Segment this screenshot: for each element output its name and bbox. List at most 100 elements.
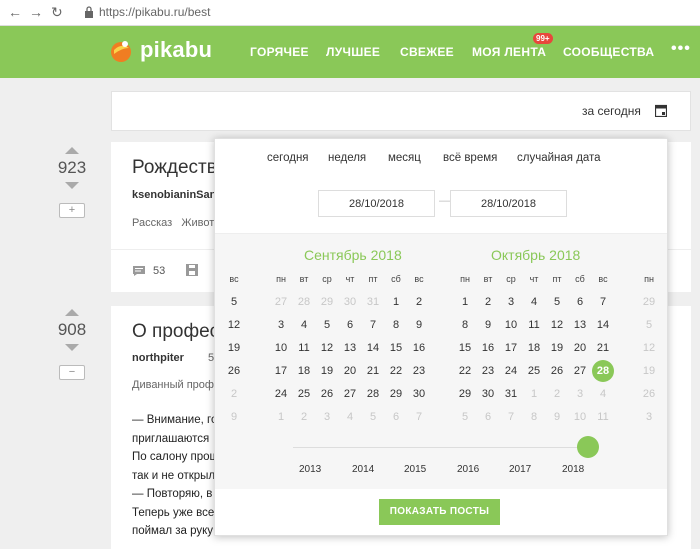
calendar-day[interactable]: 1: [523, 388, 545, 400]
year-label[interactable]: 2015: [404, 464, 426, 475]
calendar-day[interactable]: 30: [477, 388, 499, 400]
calendar-day[interactable]: 18: [293, 365, 315, 377]
reload-icon[interactable]: ↻: [51, 4, 63, 21]
calendar-day[interactable]: 11: [293, 342, 315, 354]
year-slider-track[interactable]: [293, 447, 599, 448]
calendar-day[interactable]: 28: [362, 388, 384, 400]
nav-best[interactable]: ЛУЧШЕЕ: [326, 45, 380, 59]
calendar-day[interactable]: 5: [638, 319, 660, 331]
calendar-day[interactable]: 4: [592, 388, 614, 400]
date-from-field[interactable]: 28/10/2018: [318, 190, 435, 217]
calendar-day[interactable]: 19: [223, 342, 245, 354]
quick-random-date[interactable]: случайная дата: [517, 152, 601, 164]
calendar-day[interactable]: 7: [408, 411, 430, 423]
calendar-day[interactable]: 12: [316, 342, 338, 354]
nav-fresh[interactable]: СВЕЖЕЕ: [400, 45, 454, 59]
calendar-day[interactable]: 3: [569, 388, 591, 400]
calendar-day[interactable]: 3: [500, 296, 522, 308]
calendar-day[interactable]: 5: [223, 296, 245, 308]
post-author[interactable]: ksenobianinSanta: [132, 189, 226, 201]
calendar-day[interactable]: 6: [385, 411, 407, 423]
calendar-day[interactable]: 11: [523, 319, 545, 331]
downvote-icon[interactable]: [65, 344, 79, 351]
show-posts-button[interactable]: ПОКАЗАТЬ ПОСТЫ: [379, 499, 500, 525]
calendar-day[interactable]: 9: [408, 319, 430, 331]
calendar-day[interactable]: 6: [339, 319, 361, 331]
calendar-day[interactable]: 2: [546, 388, 568, 400]
upvote-icon[interactable]: [65, 309, 79, 316]
calendar-day[interactable]: 5: [546, 296, 568, 308]
calendar-day[interactable]: 29: [454, 388, 476, 400]
calendar-day[interactable]: 26: [316, 388, 338, 400]
year-label[interactable]: 2017: [509, 464, 531, 475]
calendar-day[interactable]: 12: [638, 342, 660, 354]
calendar-day[interactable]: 31: [362, 296, 384, 308]
back-icon[interactable]: ←: [8, 4, 22, 20]
calendar-day[interactable]: 19: [316, 365, 338, 377]
calendar-day[interactable]: 31: [500, 388, 522, 400]
calendar-day[interactable]: 28: [293, 296, 315, 308]
calendar-day[interactable]: 1: [385, 296, 407, 308]
post-title[interactable]: Рождестве: [132, 157, 227, 179]
date-to-field[interactable]: 28/10/2018: [450, 190, 567, 217]
year-label[interactable]: 2016: [457, 464, 479, 475]
calendar-day[interactable]: 25: [293, 388, 315, 400]
collapse-toggle-button[interactable]: −: [59, 365, 85, 380]
calendar-day[interactable]: 13: [569, 319, 591, 331]
quick-all-time[interactable]: всё время: [443, 152, 497, 164]
calendar-day[interactable]: 12: [223, 319, 245, 331]
pikabu-logo-icon[interactable]: [110, 40, 132, 62]
year-slider-handle[interactable]: [577, 436, 599, 458]
calendar-day[interactable]: 7: [362, 319, 384, 331]
calendar-day[interactable]: 3: [638, 411, 660, 423]
calendar-day[interactable]: 7: [592, 296, 614, 308]
calendar-day[interactable]: 26: [546, 365, 568, 377]
calendar-day[interactable]: 23: [408, 365, 430, 377]
expand-toggle-button[interactable]: +: [59, 203, 85, 218]
calendar-day[interactable]: 24: [500, 365, 522, 377]
logo-text[interactable]: pikabu: [140, 37, 212, 63]
period-filter-label[interactable]: за сегодня: [582, 104, 641, 118]
calendar-day[interactable]: 8: [385, 319, 407, 331]
nav-communities[interactable]: СООБЩЕСТВА: [563, 45, 654, 59]
calendar-day[interactable]: 26: [223, 365, 245, 377]
calendar-day[interactable]: 19: [546, 342, 568, 354]
calendar-day[interactable]: 30: [339, 296, 361, 308]
calendar-day[interactable]: 19: [638, 365, 660, 377]
calendar-day[interactable]: 27: [339, 388, 361, 400]
calendar-day[interactable]: 9: [546, 411, 568, 423]
quick-month[interactable]: месяц: [388, 152, 421, 164]
upvote-icon[interactable]: [65, 147, 79, 154]
year-label[interactable]: 2014: [352, 464, 374, 475]
calendar-day[interactable]: 2: [223, 388, 245, 400]
forward-icon[interactable]: →: [29, 4, 43, 20]
calendar-day[interactable]: 5: [362, 411, 384, 423]
calendar-day[interactable]: 11: [592, 411, 614, 423]
calendar-day[interactable]: 29: [385, 388, 407, 400]
calendar-day[interactable]: 9: [223, 411, 245, 423]
calendar-day[interactable]: 2: [408, 296, 430, 308]
calendar-day[interactable]: 4: [293, 319, 315, 331]
calendar-day[interactable]: 9: [477, 319, 499, 331]
calendar-day[interactable]: 23: [477, 365, 499, 377]
calendar-day[interactable]: 6: [569, 296, 591, 308]
calendar-day[interactable]: 14: [362, 342, 384, 354]
calendar-day[interactable]: 24: [270, 388, 292, 400]
calendar-day[interactable]: 14: [592, 319, 614, 331]
calendar-day[interactable]: 21: [592, 342, 614, 354]
calendar-day[interactable]: 18: [523, 342, 545, 354]
calendar-day[interactable]: 25: [523, 365, 545, 377]
calendar-day[interactable]: 20: [339, 365, 361, 377]
calendar-day[interactable]: 10: [500, 319, 522, 331]
calendar-day[interactable]: 4: [339, 411, 361, 423]
comments-icon[interactable]: [132, 265, 146, 277]
calendar-day[interactable]: 3: [316, 411, 338, 423]
calendar-day[interactable]: 15: [385, 342, 407, 354]
calendar-day[interactable]: 27: [569, 365, 591, 377]
calendar-day[interactable]: 3: [270, 319, 292, 331]
calendar-day[interactable]: 2: [477, 296, 499, 308]
calendar-day[interactable]: 27: [270, 296, 292, 308]
calendar-day[interactable]: 10: [270, 342, 292, 354]
calendar-day[interactable]: 2: [293, 411, 315, 423]
calendar-day[interactable]: 17: [500, 342, 522, 354]
